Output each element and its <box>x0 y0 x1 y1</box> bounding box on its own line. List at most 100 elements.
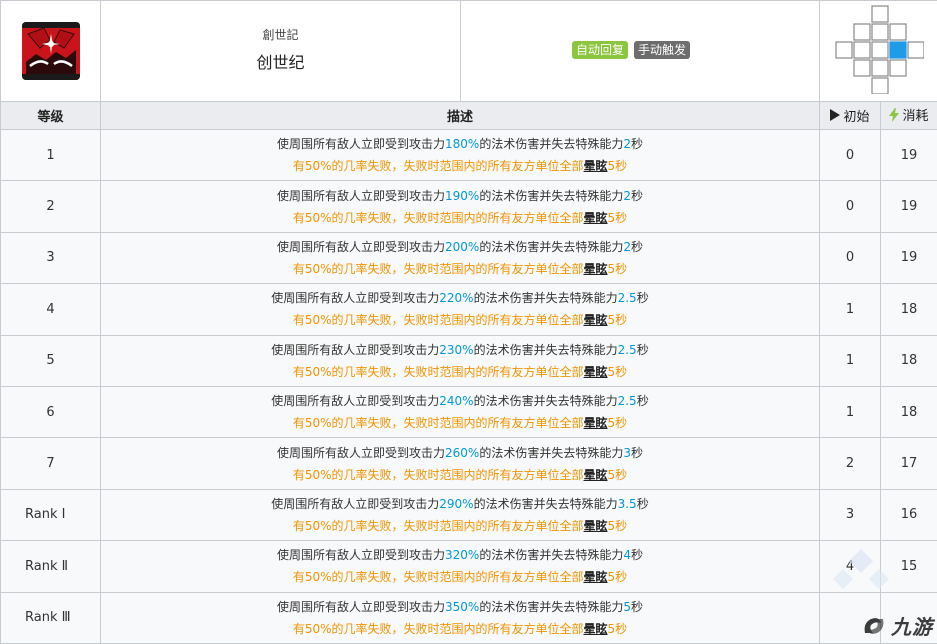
level-label: Rank Ⅲ <box>0 591 101 644</box>
stun-link[interactable]: 晕眩 <box>584 159 608 173</box>
stun-link[interactable]: 晕眩 <box>584 313 608 327</box>
desc-text: 5秒 <box>607 416 628 431</box>
desc-text: 的法术伤害并失去特殊能力 <box>479 599 624 614</box>
level-row: 6 使周围所有敌人立即受到攻击力240%的法术伤害并失去特殊能力2.5秒 有50… <box>0 385 937 439</box>
initial-sp: 3 <box>819 488 881 542</box>
desc-text: 秒 <box>636 291 649 306</box>
desc-text: 秒 <box>630 548 643 563</box>
desc-text: 5秒 <box>607 261 628 276</box>
level-row: 5 使周围所有敌人立即受到攻击力230%的法术伤害并失去特殊能力2.5秒 有50… <box>0 334 937 387</box>
desc-line-2: 有50%的几率失败，失败时范围内的所有友方单位全部晕眩5秒 <box>101 618 819 640</box>
stun-link[interactable]: 晕眩 <box>584 519 608 533</box>
desc-line-2: 有50%的几率失败，失败时范围内的所有友方单位全部晕眩5秒 <box>101 361 819 383</box>
level-label: Rank Ⅱ <box>0 540 101 593</box>
col-description: 描述 <box>100 101 820 130</box>
level-description: 使周围所有敌人立即受到攻击力240%的法术伤害并失去特殊能力2.5秒 有50%的… <box>100 385 820 439</box>
stun-link[interactable]: 晕眩 <box>584 622 608 636</box>
level-label: 1 <box>0 128 101 182</box>
skill-table: 創世記 创世纪 自动回复 手动触发 等级 描述 初始 消耗 1 使周围所有敌人立即… <box>0 0 937 644</box>
stun-link[interactable]: 晕眩 <box>584 211 608 225</box>
level-description: 使周围所有敌人立即受到攻击力350%的法术伤害并失去特殊能力5秒 有50%的几率… <box>100 591 820 644</box>
column-header-row: 等级 描述 初始 消耗 <box>0 101 937 130</box>
stun-link[interactable]: 晕眩 <box>584 262 608 276</box>
desc-text: 有50%的几率失败，失败时范围内的所有友方单位全部 <box>292 467 584 482</box>
desc-text: 5秒 <box>607 518 628 533</box>
level-description: 使周围所有敌人立即受到攻击力230%的法术伤害并失去特殊能力2.5秒 有50%的… <box>100 334 820 387</box>
desc-text: 5秒 <box>607 364 628 379</box>
desc-text: 秒 <box>636 394 649 409</box>
desc-text: 的法术伤害并失去特殊能力 <box>473 342 618 357</box>
silence-duration: 2 <box>623 137 631 152</box>
desc-text: 秒 <box>630 239 643 254</box>
stun-link[interactable]: 晕眩 <box>584 468 608 482</box>
col-initial: 初始 <box>819 101 881 130</box>
range-cell <box>870 77 889 95</box>
desc-text: 有50%的几率失败，失败时范围内的所有友方单位全部 <box>292 518 584 533</box>
silence-duration: 2.5 <box>617 342 637 357</box>
desc-line-2: 有50%的几率失败，失败时范围内的所有友方单位全部晕眩5秒 <box>101 258 819 280</box>
col-cost: 消耗 <box>880 101 937 130</box>
desc-text: 秒 <box>630 137 643 152</box>
initial-sp: 0 <box>819 231 881 285</box>
range-cell <box>870 59 889 77</box>
desc-text: 的法术伤害并失去特殊能力 <box>479 188 624 203</box>
desc-text: 使周围所有敌人立即受到攻击力 <box>271 291 440 306</box>
skill-icon-cell <box>0 0 101 102</box>
desc-text: 的法术伤害并失去特殊能力 <box>473 291 618 306</box>
level-row: Rank Ⅲ 使周围所有敌人立即受到攻击力350%的法术伤害并失去特殊能力5秒 … <box>0 591 937 644</box>
damage-percent: 220% <box>439 291 474 306</box>
desc-text: 的法术伤害并失去特殊能力 <box>473 496 618 511</box>
level-description: 使周围所有敌人立即受到攻击力260%的法术伤害并失去特殊能力3秒 有50%的几率… <box>100 437 820 490</box>
desc-text: 有50%的几率失败，失败时范围内的所有友方单位全部 <box>292 621 584 636</box>
stun-link[interactable]: 晕眩 <box>584 365 608 379</box>
watermark: 九游 <box>861 611 933 640</box>
level-description: 使周围所有敌人立即受到攻击力290%的法术伤害并失去特殊能力3.5秒 有50%的… <box>100 488 820 542</box>
desc-text: 有50%的几率失败，失败时范围内的所有友方单位全部 <box>292 159 584 174</box>
desc-text: 有50%的几率失败，失败时范围内的所有友方单位全部 <box>292 261 584 276</box>
skill-range-cell <box>819 0 937 102</box>
desc-line-1: 使周围所有敌人立即受到攻击力220%的法术伤害并失去特殊能力2.5秒 <box>101 287 819 309</box>
sp-cost: 18 <box>880 385 937 439</box>
sp-cost: 19 <box>880 231 937 285</box>
level-row: 2 使周围所有敌人立即受到攻击力190%的法术伤害并失去特殊能力2秒 有50%的… <box>0 180 937 233</box>
desc-text: 有50%的几率失败，失败时范围内的所有友方单位全部 <box>292 364 584 379</box>
range-cell <box>852 59 871 77</box>
desc-text: 使周围所有敌人立即受到攻击力 <box>277 137 446 152</box>
skill-name-jp: 創世記 <box>262 27 299 42</box>
sp-cost: 17 <box>880 437 937 490</box>
desc-text: 5秒 <box>607 621 628 636</box>
silence-duration: 2 <box>623 239 631 254</box>
desc-text: 使周围所有敌人立即受到攻击力 <box>271 496 440 511</box>
sp-cost: 16 <box>880 488 937 542</box>
desc-text: 有50%的几率失败，失败时范围内的所有友方单位全部 <box>292 570 584 585</box>
level-row: 3 使周围所有敌人立即受到攻击力200%的法术伤害并失去特殊能力2秒 有50%的… <box>0 231 937 285</box>
silence-duration: 4 <box>623 548 631 563</box>
desc-text: 有50%的几率失败，失败时范围内的所有友方单位全部 <box>292 210 584 225</box>
range-cell <box>852 41 871 59</box>
stun-link[interactable]: 晕眩 <box>584 570 608 584</box>
desc-text: 5秒 <box>607 570 628 585</box>
desc-line-2: 有50%的几率失败，失败时范围内的所有友方单位全部晕眩5秒 <box>101 412 819 434</box>
sp-cost: 18 <box>880 334 937 387</box>
lightning-icon <box>889 107 900 122</box>
initial-sp: 1 <box>819 283 881 336</box>
level-label: 3 <box>0 231 101 285</box>
level-label: 4 <box>0 283 101 336</box>
desc-line-1: 使周围所有敌人立即受到攻击力260%的法术伤害并失去特殊能力3秒 <box>101 442 819 464</box>
desc-text: 秒 <box>630 445 643 460</box>
stun-link[interactable]: 晕眩 <box>584 416 608 430</box>
desc-line-2: 有50%的几率失败，失败时范围内的所有友方单位全部晕眩5秒 <box>101 515 819 537</box>
desc-text: 5秒 <box>607 159 628 174</box>
skill-tags-cell: 自动回复 手动触发 <box>460 0 820 102</box>
desc-line-2: 有50%的几率失败，失败时范围内的所有友方单位全部晕眩5秒 <box>101 566 819 588</box>
initial-sp: 0 <box>819 128 881 182</box>
level-label: 2 <box>0 180 101 233</box>
desc-text: 使周围所有敌人立即受到攻击力 <box>277 239 446 254</box>
skill-name-cell: 創世記 创世纪 <box>100 0 461 102</box>
desc-line-1: 使周围所有敌人立即受到攻击力320%的法术伤害并失去特殊能力4秒 <box>101 544 819 566</box>
range-cell-self <box>888 41 907 59</box>
level-description: 使周围所有敌人立即受到攻击力190%的法术伤害并失去特殊能力2秒 有50%的几率… <box>100 180 820 233</box>
damage-percent: 190% <box>445 188 480 203</box>
desc-text: 使周围所有敌人立即受到攻击力 <box>271 394 440 409</box>
desc-text: 的法术伤害并失去特殊能力 <box>479 548 624 563</box>
